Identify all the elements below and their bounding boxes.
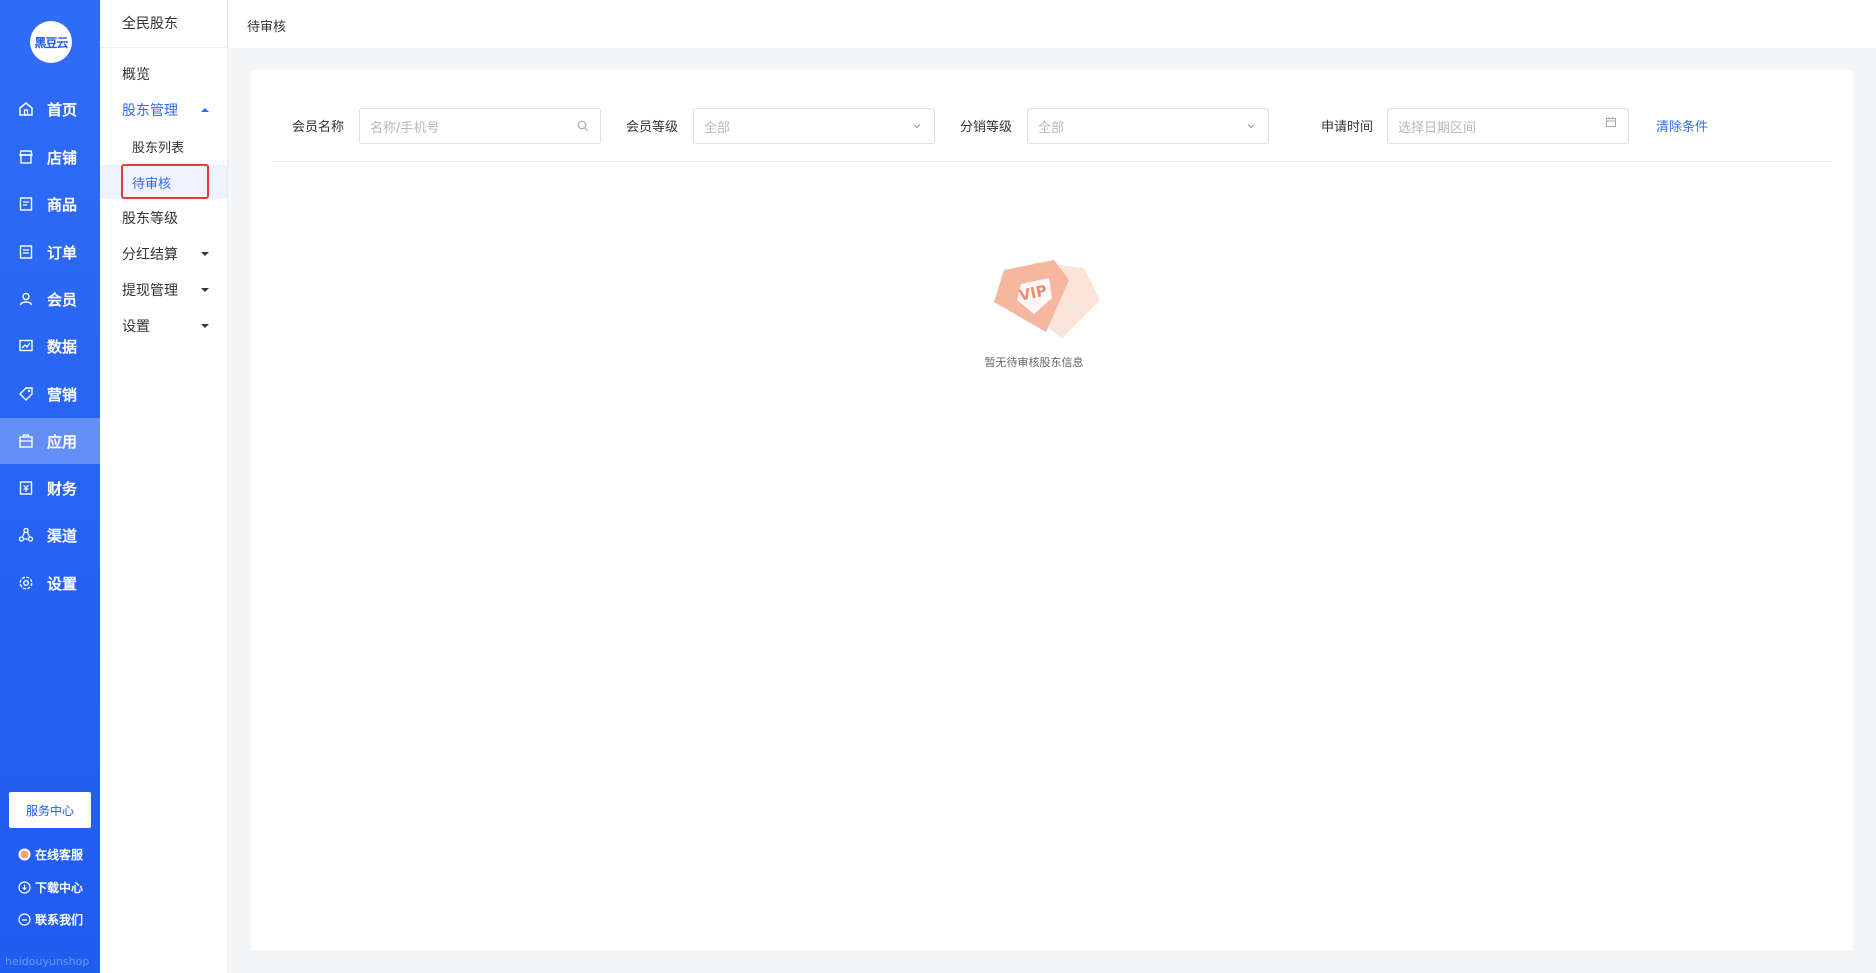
divider: [271, 161, 1833, 162]
empty-state-message: 暂无待审核股东信息: [984, 356, 1084, 369]
subnav-item-label: 股东等级: [122, 211, 178, 227]
download-center-link[interactable]: 下载中心: [18, 879, 83, 896]
breadcrumb: 待审核: [247, 20, 287, 35]
member-name-input[interactable]: 名称/手机号: [359, 108, 601, 144]
apply-time-range-picker[interactable]: 选择日期区间: [1387, 108, 1629, 144]
nav-label: 渠道: [47, 526, 78, 545]
nav-item-data[interactable]: 数据: [0, 323, 100, 369]
nav-item-order[interactable]: 订单: [0, 229, 100, 275]
avatar-icon: [18, 848, 31, 861]
subnav-item-label: 股东列表: [132, 140, 185, 156]
nav-label: 营销: [47, 385, 78, 404]
subnav-item-shareholder-level[interactable]: 股东等级: [100, 201, 227, 235]
service-center-button[interactable]: 服务中心: [9, 792, 91, 828]
nav-item-marketing[interactable]: 营销: [0, 371, 100, 417]
nav-item-product[interactable]: 商品: [0, 181, 100, 227]
chevron-down-icon: [201, 252, 209, 256]
chevron-down-icon: [1244, 119, 1258, 133]
subnav-item-shareholder-management[interactable]: 股东管理: [100, 93, 227, 127]
calendar-icon: [1604, 115, 1618, 129]
store-icon: [17, 148, 35, 166]
nav-label: 数据: [47, 337, 78, 356]
top-bar: 待审核: [228, 0, 1876, 48]
nav-item-finance[interactable]: 财务: [0, 465, 100, 511]
chart-icon: [17, 337, 35, 355]
online-service-link[interactable]: 在线客服: [18, 846, 83, 863]
chevron-down-icon: [910, 119, 924, 133]
subnav-item-label: 概览: [122, 67, 150, 83]
app-icon: [17, 432, 35, 450]
watermark: heidouyunshop: [5, 955, 90, 968]
apply-time-placeholder: 选择日期区间: [1398, 120, 1477, 136]
download-icon: [18, 881, 31, 894]
subnav-item-label: 提现管理: [122, 283, 178, 299]
apply-time-label: 申请时间: [1321, 120, 1374, 135]
member-level-select[interactable]: 全部: [693, 108, 935, 144]
order-icon: [17, 243, 35, 261]
nav-label: 商品: [47, 195, 78, 214]
channel-icon: [17, 526, 35, 544]
aux-label: 联系我们: [35, 913, 84, 927]
distribution-level-select[interactable]: 全部: [1027, 108, 1269, 144]
subnav-item-overview[interactable]: 概览: [100, 57, 227, 91]
nav-label: 会员: [47, 290, 78, 309]
product-icon: [17, 195, 35, 213]
subnav-item-withdrawal-management[interactable]: 提现管理: [100, 273, 227, 307]
distribution-level-value: 全部: [1038, 120, 1065, 136]
member-name-label: 会员名称: [292, 120, 345, 135]
gear-icon: [17, 574, 35, 592]
nav-item-store[interactable]: 店铺: [0, 134, 100, 180]
chevron-down-icon: [201, 288, 209, 292]
member-level-value: 全部: [704, 120, 731, 136]
nav-item-settings[interactable]: 设置: [0, 560, 100, 606]
subnav-item-settings[interactable]: 设置: [100, 309, 227, 343]
nav-label: 首页: [47, 100, 78, 119]
nav-label: 应用: [47, 432, 78, 451]
nav-label: 设置: [47, 574, 78, 593]
finance-icon: [17, 479, 35, 497]
primary-nav: 黑豆云 首页 店铺 商品 订单 会员 数据 营销 应用 财务 渠道 设置 服务中…: [0, 0, 100, 973]
content-card: 会员名称 名称/手机号 会员等级 全部 分销等级 全部 申请时间 选择日期区间 …: [251, 70, 1853, 950]
member-name-placeholder: 名称/手机号: [370, 120, 440, 136]
nav-item-member[interactable]: 会员: [0, 276, 100, 322]
nav-label: 订单: [47, 243, 78, 262]
nav-item-channel[interactable]: 渠道: [0, 512, 100, 558]
subnav-item-label: 设置: [122, 319, 150, 335]
nav-item-apps[interactable]: 应用: [0, 418, 100, 464]
nav-label: 店铺: [47, 148, 78, 167]
home-icon: [17, 100, 35, 118]
vip-empty-illustration: VIP: [994, 260, 1100, 338]
empty-state: VIP 暂无待审核股东信息: [959, 250, 1109, 370]
aux-label: 下载中心: [35, 881, 84, 895]
chevron-down-icon: [201, 324, 209, 328]
subnav-item-label: 分红结算: [122, 247, 178, 263]
tag-icon: [17, 385, 35, 403]
aux-label: 在线客服: [35, 848, 84, 862]
nav-label: 财务: [47, 479, 78, 498]
distribution-level-label: 分销等级: [960, 120, 1013, 135]
member-level-label: 会员等级: [626, 120, 679, 135]
app-logo[interactable]: 黑豆云: [30, 21, 72, 63]
subnav-item-shareholder-list[interactable]: 股东列表: [100, 129, 227, 163]
subnav-title: 全民股东: [100, 0, 227, 48]
chat-icon: [18, 913, 31, 926]
clear-filters-link[interactable]: 清除条件: [1656, 116, 1708, 135]
subnav-item-label: 股东管理: [122, 103, 178, 119]
subnav-item-dividend-settlement[interactable]: 分红结算: [100, 237, 227, 271]
contact-us-link[interactable]: 联系我们: [18, 911, 83, 928]
secondary-sidebar: 全民股东 概览 股东管理 股东列表 待审核 股东等级 分红结算 提现管理 设置: [100, 0, 228, 973]
chevron-up-icon: [201, 108, 209, 112]
search-icon: [576, 119, 590, 133]
selection-highlight-box: [121, 164, 209, 199]
nav-item-home[interactable]: 首页: [0, 86, 100, 132]
member-icon: [17, 290, 35, 308]
